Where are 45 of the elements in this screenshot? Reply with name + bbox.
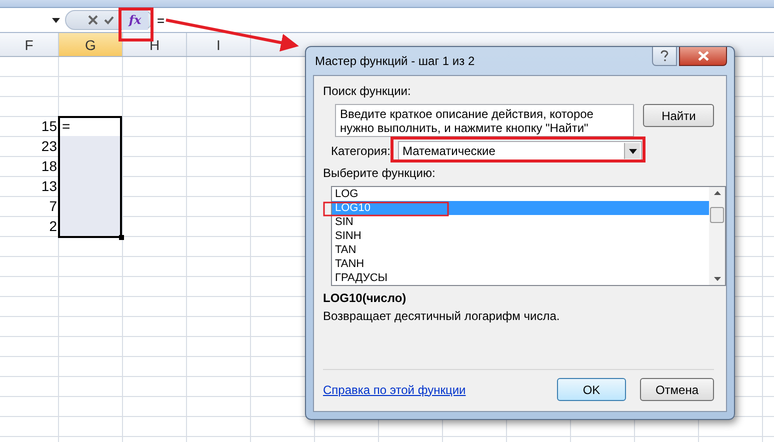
search-field[interactable]: Введите краткое описание действия, которое нужно выполнить, и нажмите кнопку "Найти" bbox=[335, 104, 634, 137]
close-icon bbox=[698, 51, 708, 61]
cell-value: 18 bbox=[41, 157, 58, 176]
scroll-up-icon[interactable] bbox=[714, 191, 720, 195]
cell-value: 7 bbox=[49, 197, 58, 216]
dialog-title: Мастер функций - шаг 1 из 2 bbox=[315, 54, 475, 68]
cell-value: 15 bbox=[41, 117, 58, 136]
category-label: Категория: bbox=[331, 144, 390, 158]
function-signature: LOG10(число) bbox=[323, 291, 406, 305]
selected-cell[interactable] bbox=[60, 216, 120, 236]
function-item[interactable]: SIN bbox=[332, 215, 709, 229]
function-list-label: Выберите функцию: bbox=[323, 166, 436, 180]
check-icon[interactable] bbox=[104, 16, 114, 24]
dropdown-arrow-icon bbox=[628, 148, 637, 154]
help-link[interactable]: Справка по этой функции bbox=[323, 382, 466, 396]
scroll-down-icon[interactable] bbox=[714, 277, 720, 281]
function-item[interactable]: TANH bbox=[332, 257, 709, 271]
dialog-button[interactable]: Отмена bbox=[640, 378, 714, 401]
dialog-button[interactable]: OK bbox=[557, 378, 626, 401]
category-dropdown[interactable]: Математические bbox=[398, 141, 642, 161]
search-label: Поиск функции: bbox=[323, 84, 411, 98]
insert-function-button[interactable]: fx bbox=[122, 10, 148, 30]
function-item[interactable]: SINH bbox=[332, 229, 709, 243]
dropdown-icon[interactable] bbox=[52, 18, 60, 22]
highlight-frame bbox=[118, 8, 154, 42]
cell-value: 23 bbox=[41, 137, 58, 156]
column-header[interactable]: H bbox=[123, 33, 187, 56]
help-button[interactable] bbox=[652, 47, 677, 66]
function-item[interactable]: LOG bbox=[332, 187, 709, 201]
cell-value: 13 bbox=[41, 177, 58, 196]
column-header[interactable]: I bbox=[187, 33, 251, 56]
column-header[interactable]: G bbox=[59, 33, 123, 56]
scroll-thumb[interactable] bbox=[710, 207, 724, 223]
selected-cell[interactable] bbox=[60, 136, 120, 156]
scrollbar[interactable] bbox=[709, 187, 725, 285]
function-description: Возвращает десятичный логарифм числа. bbox=[323, 309, 560, 323]
function-item[interactable]: ГРАДУСЫ bbox=[332, 271, 709, 285]
cell-value: 2 bbox=[49, 217, 58, 236]
function-item[interactable]: TAN bbox=[332, 243, 709, 257]
find-button[interactable]: Найти bbox=[643, 104, 714, 127]
question-mark-icon bbox=[660, 50, 669, 62]
fill-handle[interactable] bbox=[119, 235, 124, 240]
cancel-icon[interactable] bbox=[88, 15, 98, 25]
formula-text: = bbox=[157, 12, 165, 28]
close-button[interactable] bbox=[679, 47, 727, 66]
